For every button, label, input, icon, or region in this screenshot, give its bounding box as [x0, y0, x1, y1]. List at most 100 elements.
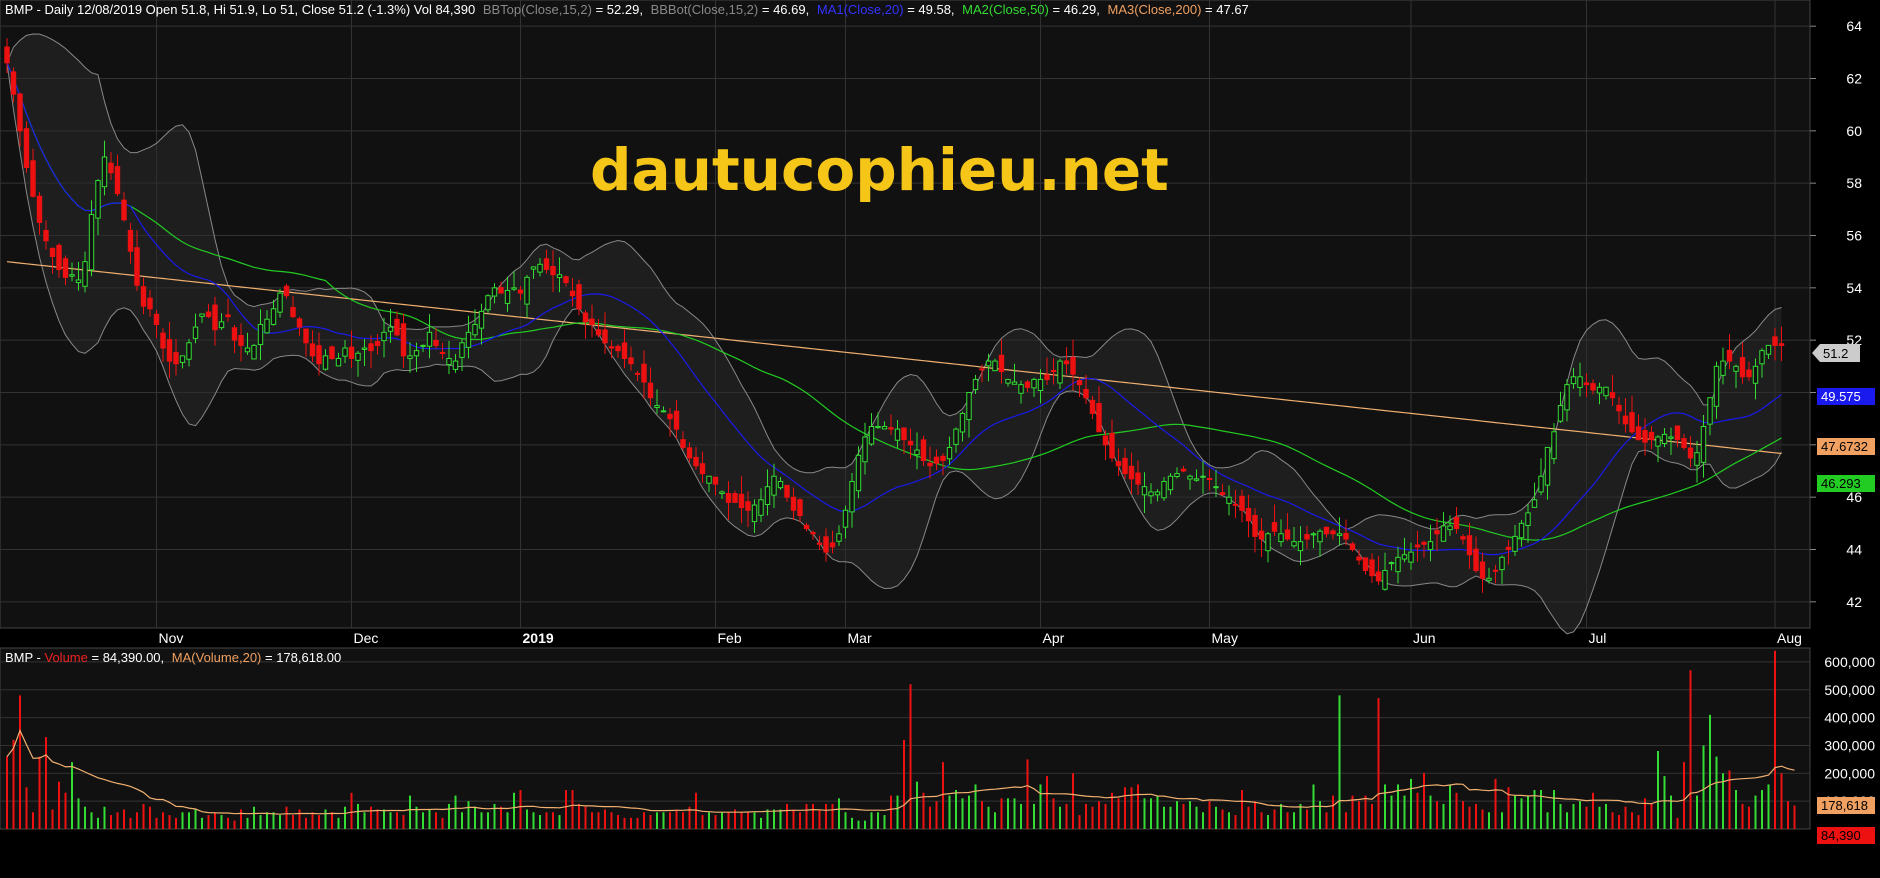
candle-body: [725, 493, 732, 503]
candle-body: [478, 310, 485, 329]
candle-body: [641, 363, 647, 383]
candle-body: [1115, 461, 1122, 467]
candle-body: [1609, 392, 1616, 399]
candle-body: [1252, 515, 1258, 537]
candle-body: [1492, 569, 1499, 572]
candle-body: [407, 355, 413, 359]
candle-body: [621, 342, 628, 359]
candle-body: [836, 533, 842, 542]
candle-body: [1375, 571, 1382, 582]
candle-body: [413, 350, 420, 357]
candle-body: [920, 439, 927, 462]
candle-body: [1044, 374, 1050, 380]
candle-body: [998, 354, 1005, 373]
candle-body: [1577, 376, 1583, 388]
candle-body: [1603, 386, 1609, 397]
watermark: dautucophieu.net: [590, 136, 1169, 204]
candle-body: [1174, 473, 1180, 478]
candle-body: [1148, 491, 1154, 497]
candle-body: [1486, 577, 1492, 581]
candle-body: [1629, 412, 1635, 433]
candle-body: [1479, 561, 1486, 579]
candle-body: [140, 286, 147, 307]
candle-body: [36, 195, 43, 223]
candle-body: [212, 304, 218, 331]
candle-body: [257, 323, 264, 346]
candle-body: [985, 360, 992, 367]
candle-body: [1388, 562, 1395, 565]
candle-body: [69, 274, 75, 277]
candle-body: [712, 476, 719, 485]
candle-body: [1057, 360, 1063, 384]
candle-body: [1700, 426, 1707, 463]
candle-body: [966, 392, 972, 421]
candle-body: [1590, 383, 1596, 391]
candle-body: [576, 284, 582, 310]
candle-body: [1583, 382, 1590, 386]
candle-body: [933, 456, 940, 464]
candle-body: [589, 318, 595, 325]
candle-body: [244, 347, 251, 353]
candle-body: [699, 463, 706, 475]
candle-body: [738, 493, 745, 509]
candle-body: [901, 427, 907, 441]
candle-body: [530, 266, 537, 270]
candle-body: [439, 351, 446, 354]
candle-body: [1765, 344, 1772, 355]
candle-body: [992, 360, 998, 372]
candle-body: [1005, 378, 1011, 384]
time-tick-label: Jul: [1589, 630, 1607, 646]
candle-body: [1557, 405, 1564, 422]
candle-body: [862, 436, 868, 463]
ma1-value: = 49.58,: [907, 2, 954, 17]
candle-body: [1109, 432, 1115, 459]
bbtop-value: = 52.29,: [596, 2, 643, 17]
candle-body: [777, 480, 784, 489]
candle-body: [459, 342, 465, 358]
candle-body: [797, 499, 803, 516]
candle-body: [1349, 543, 1356, 550]
ma1-label: MA1(Close,20): [817, 2, 904, 17]
candle: [23, 121, 30, 173]
candle-body: [855, 454, 862, 492]
candle-body: [1089, 399, 1096, 414]
candle-body: [927, 462, 933, 467]
time-tick-label: Aug: [1777, 630, 1802, 646]
candle-body: [1219, 492, 1226, 496]
time-tick-label: Mar: [848, 630, 872, 646]
candle-body: [316, 345, 322, 365]
candle-body: [1356, 556, 1362, 561]
candle-body: [979, 368, 985, 371]
candle-body: [465, 331, 472, 348]
volume-ma-tag: 178,618: [1817, 797, 1875, 814]
candle-body: [1226, 496, 1232, 504]
price-tick-label: 64: [1846, 18, 1862, 34]
price-tick-label: 60: [1846, 123, 1862, 139]
candle-body: [108, 162, 114, 174]
candle-body: [1323, 526, 1330, 535]
candle-body: [121, 199, 127, 221]
candle-body: [1070, 356, 1076, 375]
candle-body: [1512, 535, 1518, 552]
candle-body: [498, 287, 504, 294]
candle-body: [1362, 557, 1369, 571]
candle-body: [569, 290, 576, 297]
volume-ma-value: = 178,618.00: [265, 650, 341, 665]
candle-body: [251, 344, 257, 360]
bbbot-label: BBBot(Close,15,2): [651, 2, 759, 17]
ma3-tag-text: 47.6732: [1821, 439, 1868, 454]
candle-body: [1551, 431, 1557, 460]
candle-body: [1616, 404, 1622, 412]
candle-body: [1154, 491, 1161, 496]
candle-body: [1076, 380, 1083, 386]
time-tick-label: Dec: [354, 630, 379, 646]
candle-body: [1570, 376, 1577, 385]
candle-body: [348, 346, 355, 359]
candle-body: [1063, 360, 1070, 365]
candle-body: [101, 156, 108, 188]
candle-body: [160, 332, 166, 349]
candle-body: [1453, 516, 1460, 530]
candle-body: [452, 360, 459, 370]
candle-body: [283, 285, 290, 297]
candle-body: [1265, 533, 1271, 552]
